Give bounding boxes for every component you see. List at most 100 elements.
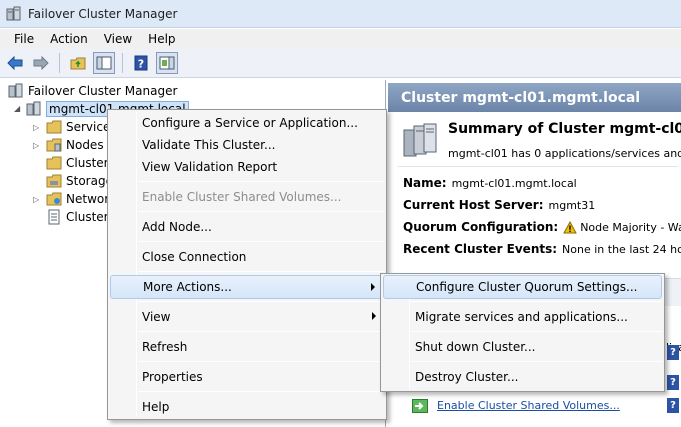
menu-separator [411, 361, 662, 362]
menu-item-label: Properties [142, 370, 203, 384]
menu-view[interactable]: View [96, 32, 140, 46]
menu-item-label: View Validation Report [142, 160, 278, 174]
tree-item-storage[interactable]: Storage [46, 172, 113, 190]
menu-separator [138, 211, 384, 212]
help-glyph: ? [670, 377, 676, 388]
menu-item-migrate-services[interactable]: Migrate services and applications... [383, 305, 662, 329]
summary-title: Summary of Cluster mgmt-cl01 [448, 121, 681, 137]
back-arrow-icon [7, 56, 23, 70]
menu-item-more-actions[interactable]: More Actions... [110, 275, 384, 299]
menu-item-label: Destroy Cluster... [415, 370, 519, 384]
help-icon[interactable]: ? [667, 345, 679, 360]
menu-item-close-connection[interactable]: Close Connection [110, 245, 384, 269]
show-hide-tree-icon [96, 56, 112, 70]
tree-item-storage-label: Storage [66, 174, 113, 188]
menu-item-configure-service[interactable]: Configure a Service or Application... [110, 111, 384, 135]
menu-item-label: Validate This Cluster... [142, 138, 276, 152]
menu-item-label: Help [142, 400, 170, 414]
expand-icon[interactable]: ▷ [33, 195, 42, 204]
menu-item-add-node[interactable]: Add Node... [110, 215, 384, 239]
toolbar: ? [0, 49, 681, 78]
cluster-manager-icon [8, 83, 23, 98]
cluster-icon [26, 101, 41, 116]
networks-folder-icon [46, 192, 62, 206]
menu-item-label: Migrate services and applications... [415, 310, 628, 324]
events-log-icon [48, 209, 60, 225]
tree-item-networks-label: Networ [66, 192, 110, 206]
tree-root[interactable]: Failover Cluster Manager [8, 82, 177, 100]
context-menu: Configure a Service or Application... Va… [107, 109, 387, 420]
prop-quorum-value: Node Majority - Warning: Fa [580, 220, 681, 234]
storage-icon [46, 174, 62, 188]
back-button[interactable] [4, 52, 26, 74]
help-glyph: ? [670, 400, 676, 411]
menu-item-view-validation-report[interactable]: View Validation Report [110, 155, 384, 179]
nodes-folder-icon [46, 138, 62, 152]
more-actions-submenu: Configure Cluster Quorum Settings... Mig… [380, 273, 665, 392]
menu-separator [138, 271, 384, 272]
prop-events: Recent Cluster Events: None in the last … [403, 242, 681, 256]
show-hide-tree-button[interactable] [93, 52, 115, 74]
expand-icon[interactable]: ▷ [33, 123, 42, 132]
menu-item-label: Enable Cluster Shared Volumes... [142, 190, 342, 204]
menu-item-validate-cluster[interactable]: Validate This Cluster... [110, 133, 384, 157]
menu-item-properties[interactable]: Properties [110, 365, 384, 389]
menu-item-enable-csv[interactable]: Enable Cluster Shared Volumes... [110, 185, 384, 209]
help-icon[interactable]: ? [667, 375, 679, 390]
menu-item-help[interactable]: Help [110, 395, 384, 419]
summary-description: mgmt-cl01 has 0 applications/services an… [448, 147, 681, 160]
menu-item-label: Refresh [142, 340, 188, 354]
prop-name-value: mgmt-cl01.mgmt.local [451, 176, 577, 190]
menu-item-label: Close Connection [142, 250, 247, 264]
tree-item-cluster-storage-label: Cluster [66, 156, 109, 170]
prop-quorum: Quorum Configuration: Node Majority - Wa… [403, 220, 681, 234]
title-bar: Failover Cluster Manager [0, 0, 681, 28]
help-icon: ? [134, 55, 148, 71]
enable-csv-link[interactable]: Enable Cluster Shared Volumes... [437, 399, 620, 412]
menu-action[interactable]: Action [42, 32, 96, 46]
menu-help[interactable]: Help [140, 32, 183, 46]
menu-item-label: Add Node... [142, 220, 212, 234]
prop-events-label: Recent Cluster Events: [403, 242, 558, 256]
tree-item-cluster-events[interactable]: Cluster [46, 208, 109, 226]
help-button[interactable]: ? [130, 52, 152, 74]
menu-item-view[interactable]: View [110, 305, 384, 329]
menu-separator [138, 331, 384, 332]
menu-item-label: Configure a Service or Application... [142, 116, 358, 130]
help-glyph: ? [670, 347, 676, 358]
help-icon[interactable]: ? [667, 398, 679, 413]
green-arrow-icon [412, 399, 428, 413]
prop-host-label: Current Host Server: [403, 198, 544, 212]
cluster-app-icon [6, 6, 21, 20]
tree-item-networks[interactable]: Networ [46, 190, 109, 208]
tree-item-nodes-label: Nodes [66, 138, 104, 152]
menu-file[interactable]: File [6, 32, 42, 46]
divider [398, 166, 678, 167]
menu-item-destroy-cluster[interactable]: Destroy Cluster... [383, 365, 662, 389]
tree-item-nodes[interactable]: Nodes [46, 136, 104, 154]
tree-item-cluster-events-label: Cluster [66, 210, 109, 224]
toolbar-separator [122, 53, 123, 73]
up-folder-icon [70, 57, 86, 70]
show-hide-action-pane-button[interactable] [156, 52, 178, 74]
menu-item-label: Shut down Cluster... [415, 340, 536, 354]
menu-item-configure-quorum[interactable]: Configure Cluster Quorum Settings... [383, 275, 662, 299]
collapse-icon[interactable]: ◢ [14, 104, 23, 113]
menu-separator [138, 391, 384, 392]
menu-separator [411, 301, 662, 302]
cluster-summary-icon [403, 123, 437, 157]
prop-quorum-label: Quorum Configuration: [403, 220, 559, 234]
tree-item-cluster-storage[interactable]: Cluster [46, 154, 109, 172]
expand-icon[interactable]: ▷ [33, 141, 42, 150]
menu-separator [138, 361, 384, 362]
prop-events-value: None in the last 24 hours [562, 242, 681, 256]
menu-bar: File Action View Help [0, 29, 681, 49]
up-one-level-button[interactable] [67, 52, 89, 74]
menu-item-refresh[interactable]: Refresh [110, 335, 384, 359]
results-header: Cluster mgmt-cl01.mgmt.local [388, 83, 681, 112]
menu-separator [138, 241, 384, 242]
forward-button[interactable] [30, 52, 52, 74]
submenu-arrow-icon [371, 283, 375, 291]
menu-item-shut-down-cluster[interactable]: Shut down Cluster... [383, 335, 662, 359]
warning-icon [563, 220, 578, 233]
